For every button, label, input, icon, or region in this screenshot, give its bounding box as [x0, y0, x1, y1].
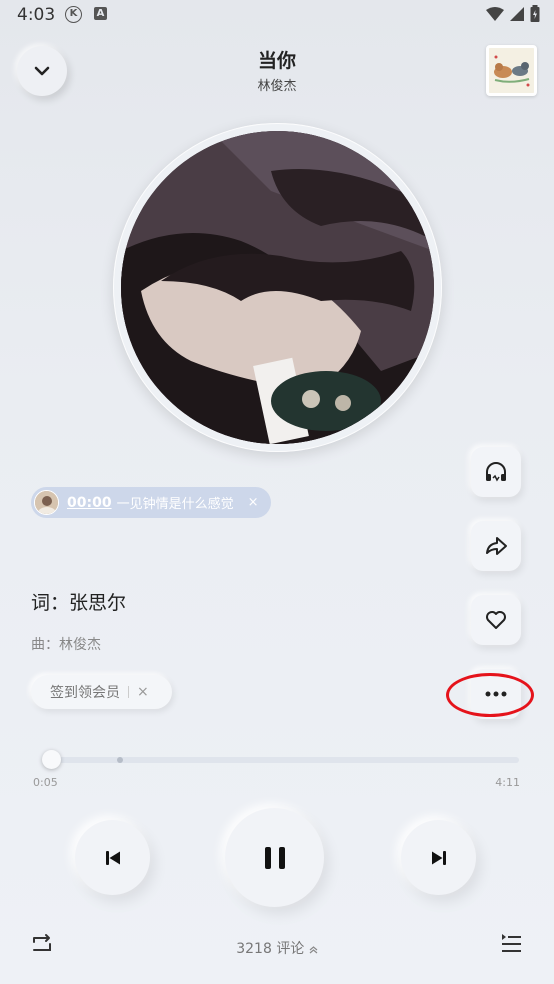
cover-thumbnail-art — [489, 48, 534, 93]
album-cover-art — [121, 131, 434, 444]
floating-comment[interactable]: 00:00 一见钟情是什么感觉 × — [31, 487, 271, 518]
progress-marker — [117, 757, 123, 763]
vip-checkin-pill[interactable]: 签到领会员 × — [31, 675, 172, 709]
status-time: 4:03 — [17, 5, 56, 25]
progress-track[interactable] — [42, 757, 519, 763]
heart-icon — [486, 611, 506, 629]
battery-icon — [530, 5, 540, 22]
skip-next-icon — [431, 850, 446, 865]
current-time: 0:05 — [33, 776, 58, 789]
playlist-icon — [502, 934, 521, 952]
sound-effect-button[interactable] — [471, 447, 521, 497]
comment-label: 评论 — [276, 941, 305, 957]
close-icon[interactable]: × — [248, 495, 259, 510]
playlist-button[interactable] — [499, 931, 525, 957]
comment-timestamp: 00:00 — [67, 494, 112, 511]
avatar-image — [35, 491, 58, 514]
lyric-line-next[interactable]: 曲：林俊杰 — [31, 634, 101, 654]
song-title: 当你 — [257, 50, 296, 72]
k-badge-icon: K — [65, 6, 82, 23]
share-button[interactable] — [471, 521, 521, 571]
chevron-up-icon — [309, 945, 318, 953]
status-icons — [486, 5, 540, 22]
vip-checkin-label: 签到领会员 — [50, 685, 120, 701]
play-pause-button[interactable] — [225, 808, 324, 907]
avatar — [34, 490, 59, 515]
wifi-icon — [486, 6, 504, 21]
close-icon[interactable]: × — [137, 684, 149, 700]
divider — [128, 686, 129, 698]
comment-count: 3218 — [236, 941, 272, 957]
favorite-button[interactable] — [471, 595, 521, 645]
pause-icon — [264, 846, 285, 869]
signal-icon — [510, 6, 524, 21]
total-time: 4:11 — [495, 776, 520, 789]
headphones-icon — [486, 462, 506, 482]
previous-button[interactable] — [75, 820, 150, 895]
highlight-circle-annotation — [446, 673, 534, 717]
next-button[interactable] — [401, 820, 476, 895]
comment-text: 一见钟情是什么感觉 — [116, 497, 234, 512]
a-badge-icon: A — [94, 7, 107, 20]
progress-knob[interactable] — [42, 750, 62, 769]
song-artist[interactable]: 林俊杰 — [0, 75, 554, 94]
lyric-line-current[interactable]: 词：张思尔 — [31, 588, 126, 615]
comments-button[interactable]: 3218 评论 — [0, 938, 554, 958]
mini-cover-thumbnail[interactable] — [486, 45, 537, 96]
skip-previous-icon — [105, 850, 120, 865]
share-icon — [486, 537, 507, 555]
album-cover[interactable] — [121, 131, 434, 444]
